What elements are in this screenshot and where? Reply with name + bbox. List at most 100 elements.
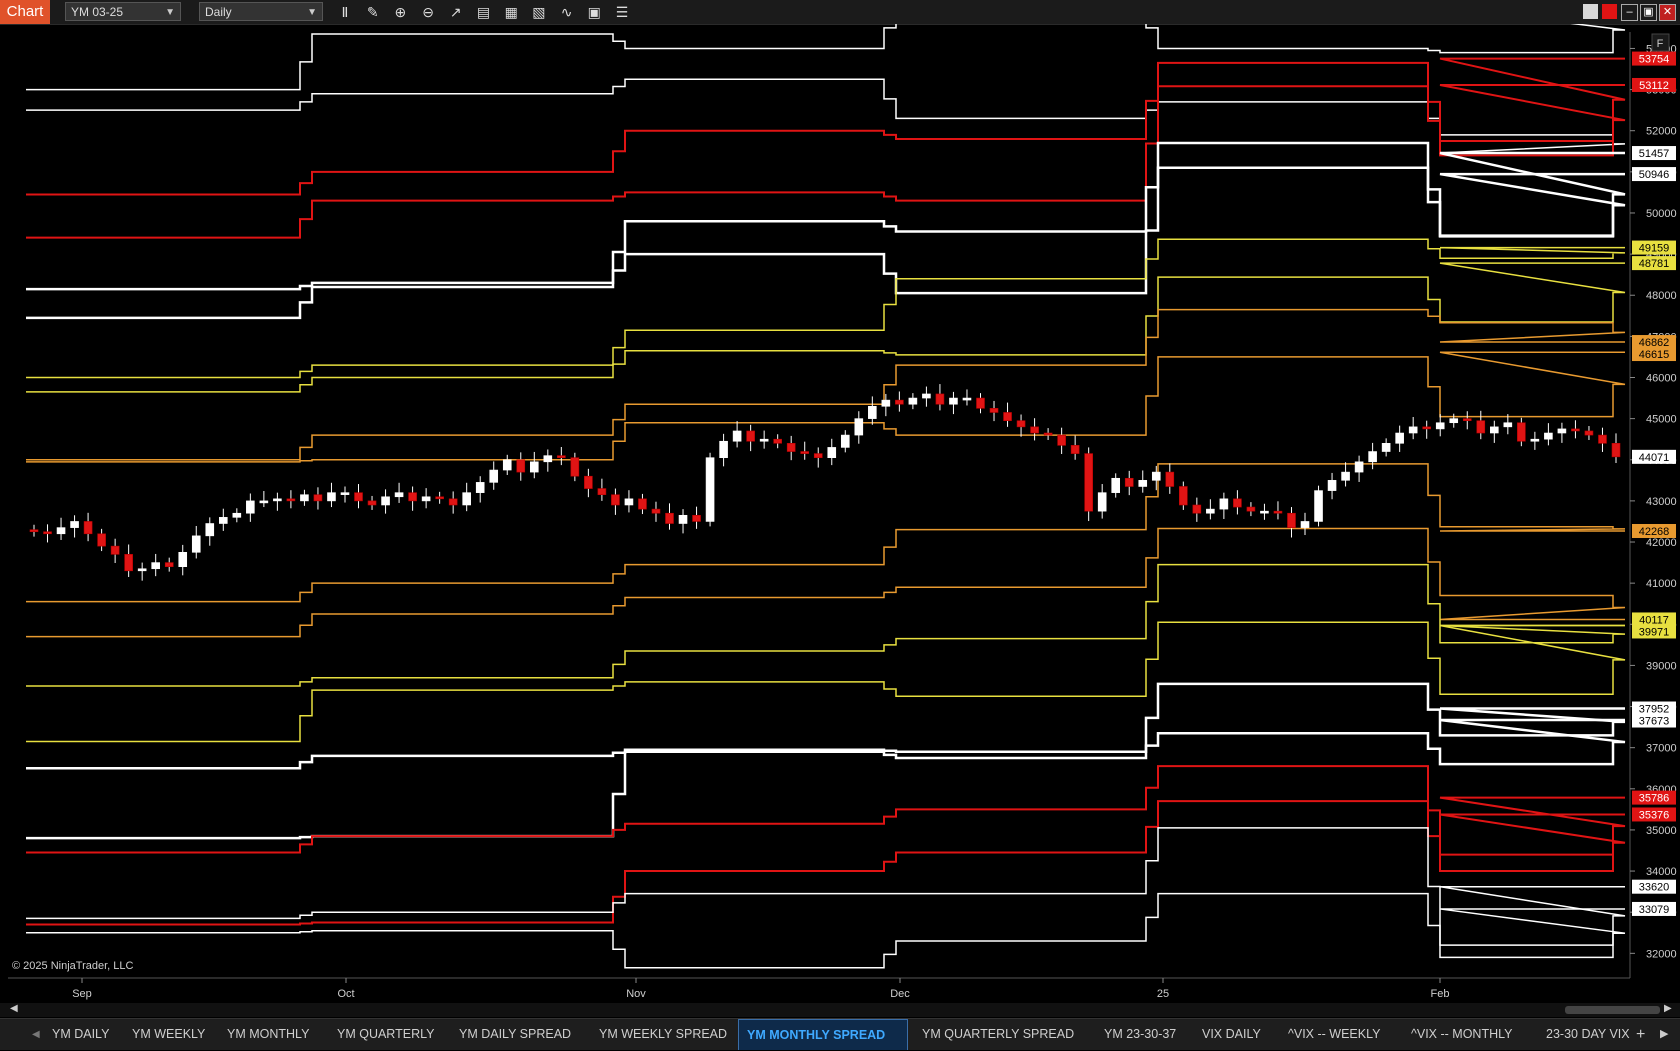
x-tick-label: Feb [1431, 988, 1450, 1000]
candle-up [1395, 432, 1404, 444]
x-tick-label: Dec [890, 988, 910, 1000]
candle-up [191, 535, 201, 553]
chart-label[interactable]: Chart [0, 0, 50, 24]
candle-up [327, 492, 336, 502]
price-badge-label: 46615 [1639, 349, 1670, 361]
horizontal-scrollbar[interactable]: ◀ ▶ [0, 1003, 1680, 1017]
scroll-left-icon[interactable]: ◀ [10, 1003, 18, 1014]
tab-vix-weekly[interactable]: ^VIX -- WEEKLY [1288, 1019, 1380, 1050]
maximize-icon[interactable]: ▣ [1640, 4, 1657, 21]
y-tick-label: 45000 [1646, 414, 1677, 426]
candle-down [989, 408, 999, 413]
pencil-icon[interactable]: ✎ [364, 3, 382, 21]
minimize-icon[interactable]: – [1621, 4, 1638, 21]
candle-down [1084, 453, 1093, 512]
tab-vix-daily[interactable]: VIX DAILY [1202, 1019, 1261, 1050]
candle-down [1584, 430, 1594, 436]
tab-ym-monthly-spread[interactable]: YM MONTHLY SPREAD [738, 1019, 908, 1050]
tab-ym-weekly[interactable]: YM WEEKLY [132, 1019, 205, 1050]
strategy-icon[interactable]: ▧ [530, 3, 548, 21]
tab-ym-quarterly-spread[interactable]: YM QUARTERLY SPREAD [922, 1019, 1074, 1050]
y-tick-label: 43000 [1646, 496, 1677, 508]
candle-down [1124, 477, 1134, 487]
y-tick-label: 35000 [1646, 825, 1677, 837]
level-line-white [26, 166, 1626, 320]
pointer-icon[interactable]: ↗ [447, 3, 465, 21]
instrument-selector[interactable]: YM 03-25 ▼ [65, 2, 181, 21]
candle-up [489, 469, 499, 483]
candle-up [1206, 508, 1215, 514]
candle-up [1111, 477, 1121, 493]
tab-ym-23-30-37[interactable]: YM 23-30-37 [1104, 1019, 1176, 1050]
interval-selector[interactable]: Daily ▼ [199, 2, 323, 21]
level-line-orange [26, 308, 1626, 461]
price-badge-label: 53754 [1639, 54, 1670, 66]
candle-down [43, 531, 52, 535]
y-tick-label: 39000 [1646, 660, 1677, 672]
zoom-in-icon[interactable]: ⊕ [391, 3, 409, 21]
price-badge-label: 33620 [1639, 882, 1670, 894]
level-line-yellow [26, 563, 1626, 687]
indicators-icon[interactable]: ∿ [558, 3, 576, 21]
candle-down [354, 492, 363, 502]
data-box-icon[interactable]: ▤ [475, 3, 493, 21]
color-icon[interactable] [1602, 4, 1617, 19]
level-line-white [26, 827, 1626, 946]
tab-ym-daily[interactable]: YM DAILY [52, 1019, 109, 1050]
candle-up [137, 568, 147, 572]
candle-up [881, 399, 891, 407]
candle-down [448, 498, 458, 506]
zoom-out-icon[interactable]: ⊖ [419, 3, 437, 21]
candle-up [218, 517, 228, 524]
candle-down [651, 508, 661, 514]
bar-type-icon[interactable]: Ⅱ [336, 3, 354, 21]
candle-down [773, 438, 782, 444]
close-icon[interactable]: ✕ [1659, 4, 1676, 21]
candle-up [1260, 510, 1269, 514]
price-badge-label: 35376 [1639, 809, 1670, 821]
add-tab-icon[interactable]: + [1636, 1019, 1645, 1050]
interval-value: Daily [205, 5, 232, 19]
candle-down [1179, 486, 1188, 506]
candle-down [611, 494, 620, 506]
candle-down [665, 512, 674, 524]
candle-down [895, 399, 904, 405]
watermark-text: © 2025 NinjaTrader, LLC [12, 960, 133, 972]
candle-up [1557, 428, 1567, 434]
list-icon[interactable]: ☰ [613, 3, 631, 21]
tabs-left-icon[interactable]: ◀ [32, 1019, 40, 1050]
properties-icon[interactable]: ▦ [502, 3, 520, 21]
tab-ym-weekly-spread[interactable]: YM WEEKLY SPREAD [599, 1019, 727, 1050]
chart-plot-area[interactable]: 3200033000340003500036000370003800039000… [0, 24, 1680, 1024]
candle-down [1165, 471, 1175, 487]
tab-23-30-day-vix[interactable]: 23-30 DAY VIX [1546, 1019, 1630, 1050]
scroll-thumb[interactable] [1565, 1006, 1660, 1014]
level-line-yellow [26, 262, 1626, 393]
restore-icon[interactable] [1583, 4, 1598, 19]
candle-down [164, 562, 174, 567]
y-tick-label: 52000 [1646, 126, 1677, 138]
tab-vix-monthly[interactable]: ^VIX -- MONTHLY [1411, 1019, 1512, 1050]
scroll-right-icon[interactable]: ▶ [1664, 1003, 1672, 1014]
tab-ym-monthly[interactable]: YM MONTHLY [227, 1019, 309, 1050]
candle-down [313, 494, 323, 502]
candle-down [1517, 422, 1526, 442]
candle-down [1030, 426, 1039, 434]
candle-up [1341, 471, 1350, 481]
candle-up [732, 430, 742, 442]
price-badge-label: 44071 [1639, 452, 1670, 464]
tabs-right-icon[interactable]: ▶ [1660, 1019, 1668, 1050]
level-line-white [26, 141, 1626, 291]
candle-up [1449, 418, 1459, 424]
candle-down [800, 451, 810, 454]
price-badge-label: 50946 [1639, 169, 1670, 181]
candle-down [408, 492, 417, 502]
tab-ym-quarterly[interactable]: YM QUARTERLY [337, 1019, 434, 1050]
candlestick-series [29, 384, 1621, 581]
candle-up [340, 492, 350, 495]
price-badge-label: 42268 [1639, 526, 1670, 538]
calculator-icon[interactable]: ▣ [585, 3, 603, 21]
price-badge-label: 39971 [1639, 626, 1670, 638]
tab-ym-daily-spread[interactable]: YM DAILY SPREAD [459, 1019, 571, 1050]
candle-down [584, 475, 593, 489]
